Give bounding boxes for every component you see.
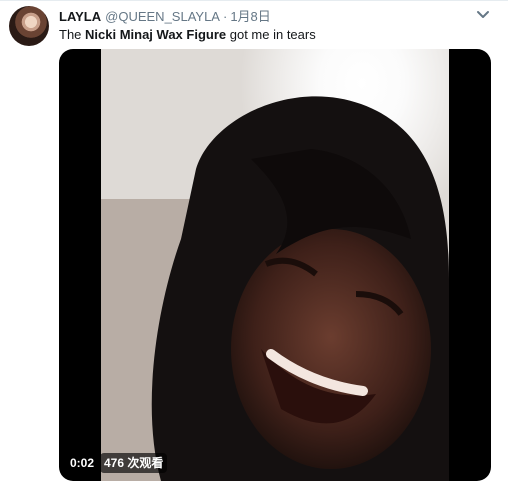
tweet-header: LAYLA @QUEEN_SLAYLA · 1月8日 <box>59 8 271 25</box>
display-name[interactable]: LAYLA <box>59 9 101 24</box>
video-frame[interactable] <box>101 49 449 481</box>
tweet-text-prefix: The <box>59 27 86 42</box>
video-duration-badge: 0:02 <box>66 453 99 473</box>
separator-dot: · <box>222 9 228 24</box>
tweet-text: The Nicki Minaj Wax Figure got me in tea… <box>59 26 316 43</box>
tweet-text-bold: Nicki Minaj Wax Figure <box>85 27 227 42</box>
timestamp[interactable]: 1月8日 <box>230 9 270 24</box>
video-views-badge: 476 次观看 <box>100 453 168 473</box>
chevron-down-icon[interactable] <box>476 10 490 20</box>
video-player[interactable]: 0:02 476 次观看 <box>59 49 491 481</box>
avatar[interactable] <box>9 6 49 46</box>
video-frame-image <box>101 49 449 481</box>
tweet[interactable]: LAYLA @QUEEN_SLAYLA · 1月8日 The Nicki Minaj … <box>0 0 508 491</box>
user-handle[interactable]: @QUEEN_SLAYLA <box>105 9 220 24</box>
tweet-text-suffix: got me in tears <box>226 27 316 42</box>
